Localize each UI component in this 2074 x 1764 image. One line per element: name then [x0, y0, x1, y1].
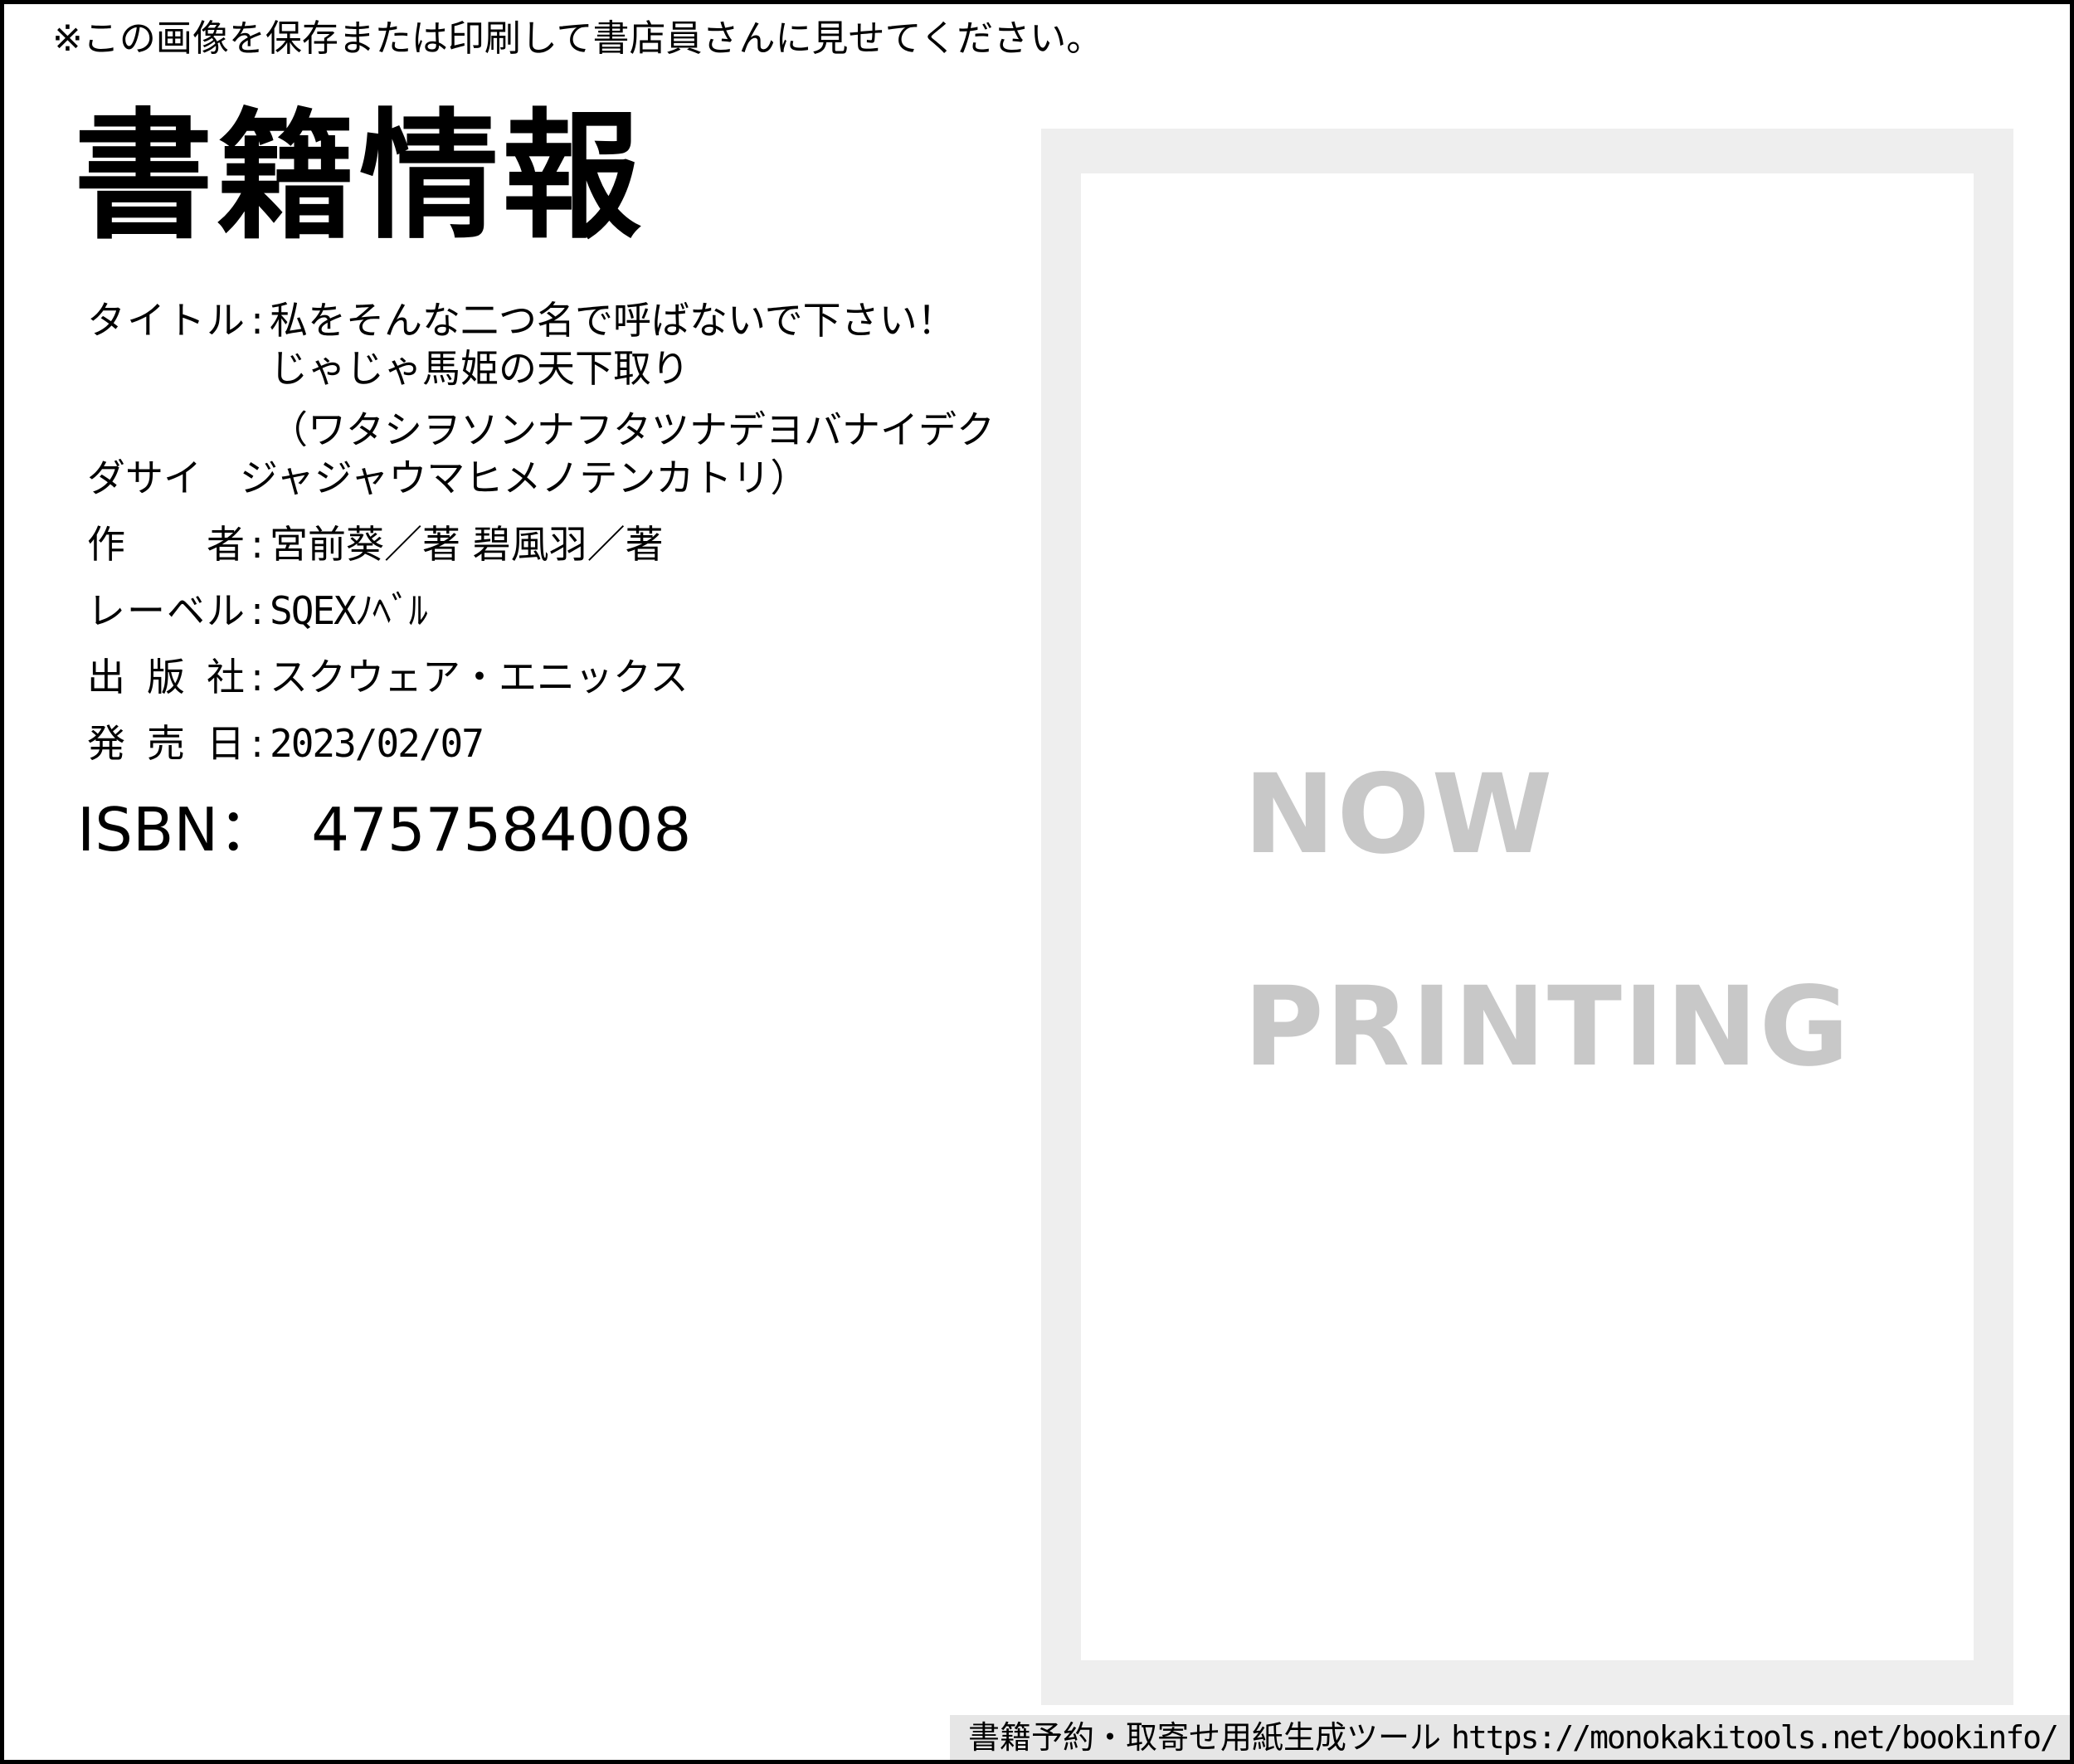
- author-separator: :: [251, 522, 264, 567]
- cover-placeholder: NOW PRINTING: [1041, 129, 2013, 1705]
- release-date-separator: :: [251, 721, 264, 766]
- release-date-label: 発 売 日: [87, 721, 245, 766]
- isbn: ISBN： 4757584008: [77, 794, 691, 865]
- title-reading: （ワタシヲソンナフタツナデヨバナイデクダサイ ジャジャウマヒメノテンカトリ）: [87, 407, 995, 500]
- footer-url[interactable]: https://monokakitools.net/bookinfo/: [1451, 1719, 2059, 1756]
- label-label: レ ー ベ ル: [87, 588, 245, 633]
- title-value: 私をそんな二つ名で呼ばないで下さい！ じゃじゃ馬姫の天下取り: [270, 298, 994, 391]
- page-frame: ※この画像を保存または印刷して書店員さんに見せてください。 書籍情報 タ イ ト…: [0, 0, 2074, 1764]
- publisher-value: スクウェア・エニックス: [270, 655, 689, 699]
- publisher-label: 出 版 社: [87, 655, 245, 699]
- release-date-row: 発 売 日 : 2023/02/07: [87, 719, 1008, 767]
- now-printing-line2: PRINTING: [1244, 963, 1851, 1091]
- isbn-value: 4757584008: [311, 795, 692, 865]
- label-separator: :: [251, 588, 264, 633]
- now-printing-line1: NOW: [1244, 751, 1555, 879]
- title-row: タ イ ト ル : 私をそんな二つ名で呼ばないで下さい！ じゃじゃ馬姫の天下取り: [87, 296, 1008, 392]
- isbn-label: ISBN：: [77, 795, 279, 865]
- release-date-value: 2023/02/07: [270, 721, 484, 766]
- footer-credit: 書籍予約・取寄せ用紙生成ツール https://monokakitools.ne…: [950, 1715, 2070, 1760]
- book-info: タ イ ト ル : 私をそんな二つ名で呼ばないで下さい！ じゃじゃ馬姫の天下取り…: [87, 296, 1008, 786]
- notice-text: ※この画像を保存または印刷して書店員さんに見せてください。: [52, 17, 1103, 60]
- label-value: SQEXﾉﾍﾞﾙ: [270, 588, 428, 633]
- page-title: 書籍情報: [74, 94, 645, 258]
- cover-inner: NOW PRINTING: [1081, 173, 1974, 1660]
- author-row: 作 者 : 宮前葵／著 碧風羽／著: [87, 520, 1008, 568]
- publisher-separator: :: [251, 655, 264, 699]
- label-row: レ ー ベ ル : SQEXﾉﾍﾞﾙ: [87, 587, 1008, 635]
- publisher-row: 出 版 社 : スクウェア・エニックス: [87, 653, 1008, 701]
- title-label: タ イ ト ル: [87, 298, 245, 343]
- author-value: 宮前葵／著 碧風羽／著: [270, 522, 664, 567]
- author-label: 作 者: [87, 522, 245, 567]
- footer-text: 書籍予約・取寄せ用紙生成ツール: [968, 1719, 1442, 1756]
- title-separator: :: [251, 298, 264, 343]
